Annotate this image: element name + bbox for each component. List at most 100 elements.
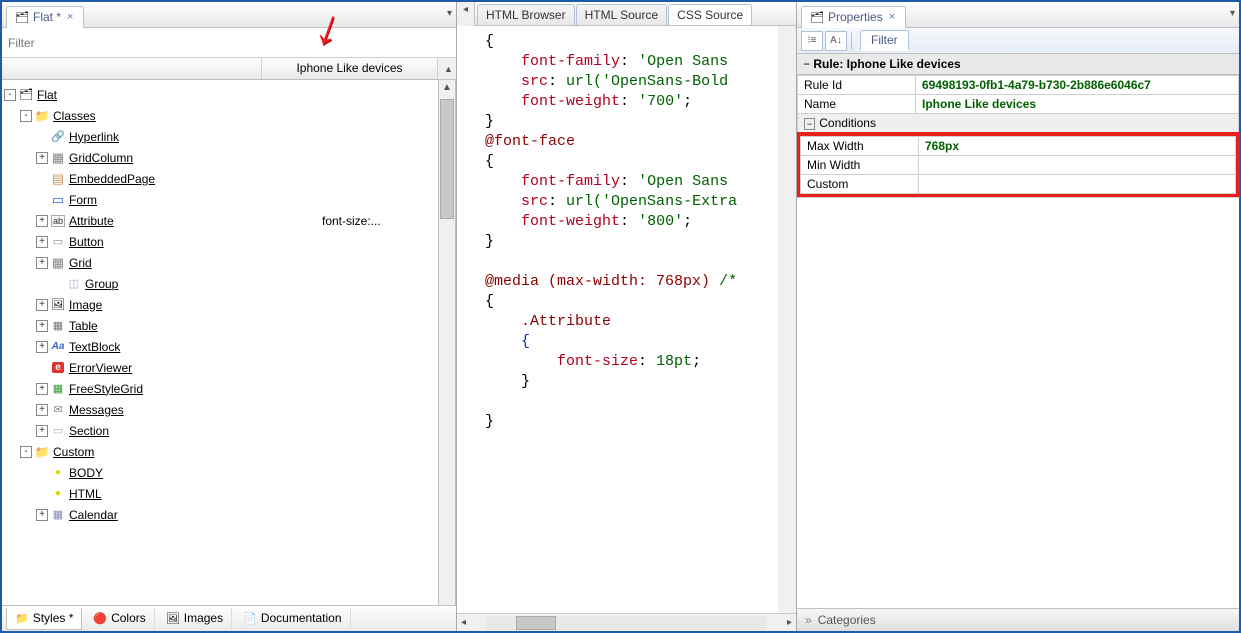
tree-toggle[interactable]: - bbox=[20, 446, 32, 458]
filter-input[interactable] bbox=[8, 34, 450, 52]
tree-toggle[interactable]: + bbox=[36, 509, 48, 521]
tree-row[interactable]: - Custom bbox=[4, 441, 436, 462]
prop-value[interactable] bbox=[919, 175, 1236, 194]
tree-toggle[interactable]: + bbox=[36, 299, 48, 311]
prop-value[interactable]: 768px bbox=[919, 137, 1236, 156]
editor-vscrollbar[interactable] bbox=[778, 26, 796, 613]
properties-filter-tab[interactable]: Filter bbox=[860, 30, 909, 51]
tree-label[interactable]: EmbeddedPage bbox=[69, 172, 155, 186]
tree-row[interactable]: EmbeddedPage bbox=[4, 168, 436, 189]
tab-flat[interactable]: Flat * × bbox=[6, 6, 84, 28]
bottom-tab-documentation[interactable]: 📄Documentation bbox=[234, 608, 350, 630]
tree-toggle[interactable]: + bbox=[36, 425, 48, 437]
tree-label[interactable]: Group bbox=[85, 277, 118, 291]
column-header-iphone[interactable]: Iphone Like devices bbox=[262, 58, 438, 79]
tree-row[interactable]: BODY bbox=[4, 462, 436, 483]
tree-row[interactable]: HTML bbox=[4, 483, 436, 504]
tree-row[interactable]: Group bbox=[4, 273, 436, 294]
tree-label[interactable]: Flat bbox=[37, 88, 57, 102]
tree-label[interactable]: TextBlock bbox=[69, 340, 120, 354]
tree-label[interactable]: Button bbox=[69, 235, 104, 249]
tree-row[interactable]: Form bbox=[4, 189, 436, 210]
tree-label[interactable]: Table bbox=[69, 319, 98, 333]
conditions-table[interactable]: Max Width768pxMin WidthCustom bbox=[800, 136, 1236, 194]
tree-row[interactable]: ErrorViewer bbox=[4, 357, 436, 378]
tree-label[interactable]: Grid bbox=[69, 256, 92, 270]
cond-row[interactable]: Min Width bbox=[801, 156, 1236, 175]
tree-label[interactable]: GridColumn bbox=[69, 151, 133, 165]
prop-row[interactable]: NameIphone Like devices bbox=[798, 95, 1239, 114]
prop-value[interactable]: Iphone Like devices bbox=[916, 95, 1239, 114]
cond-row[interactable]: Max Width768px bbox=[801, 137, 1236, 156]
scroll-thumb[interactable] bbox=[440, 99, 454, 219]
scroll-right-icon[interactable]: ▸ bbox=[783, 617, 796, 628]
tree-toggle[interactable]: + bbox=[36, 341, 48, 353]
tab-properties[interactable]: 🗂 Properties × bbox=[801, 6, 906, 28]
editor-tab-css-source[interactable]: CSS Source bbox=[668, 4, 752, 25]
tree-row[interactable]: + Table bbox=[4, 315, 436, 336]
sort-alpha-button[interactable]: A↓ bbox=[825, 31, 847, 51]
close-icon[interactable]: × bbox=[887, 11, 897, 23]
tree-row[interactable]: + FreeStyleGrid bbox=[4, 378, 436, 399]
editor-tab-html-source[interactable]: HTML Source bbox=[576, 4, 668, 25]
prop-value[interactable] bbox=[919, 156, 1236, 175]
properties-table[interactable]: Rule Id69498193-0fb1-4a79-b730-2b886e604… bbox=[797, 75, 1239, 133]
close-icon[interactable]: × bbox=[65, 11, 75, 23]
tree-toggle[interactable]: + bbox=[36, 257, 48, 269]
bottom-tab-styles[interactable]: 📁Styles * bbox=[6, 608, 82, 630]
categories-bar[interactable]: Categories bbox=[797, 608, 1239, 631]
bottom-tab-colors[interactable]: 🔴Colors bbox=[84, 608, 154, 630]
tree-label[interactable]: Form bbox=[69, 193, 97, 207]
tree-label[interactable]: Attribute bbox=[69, 214, 114, 228]
tree-row[interactable]: - Classes bbox=[4, 105, 436, 126]
tree-row[interactable]: + Section bbox=[4, 420, 436, 441]
tree-toggle[interactable]: + bbox=[36, 320, 48, 332]
tree-label[interactable]: Hyperlink bbox=[69, 130, 119, 144]
tree-label[interactable]: BODY bbox=[69, 466, 103, 480]
tree-toggle[interactable]: - bbox=[20, 110, 32, 122]
middle-left-scroll[interactable]: ◂ bbox=[457, 2, 475, 26]
prop-value[interactable]: 69498193-0fb1-4a79-b730-2b886e6046c7 bbox=[916, 76, 1239, 95]
tree-label[interactable]: FreeStyleGrid bbox=[69, 382, 143, 396]
bottom-tab-images[interactable]: 🖼Images bbox=[157, 608, 232, 630]
tree-row[interactable]: + Grid bbox=[4, 252, 436, 273]
tree-toggle[interactable]: + bbox=[36, 404, 48, 416]
tree-row[interactable]: +Attributefont-size:... bbox=[4, 210, 436, 231]
tree-label[interactable]: Calendar bbox=[69, 508, 118, 522]
prop-row[interactable]: Rule Id69498193-0fb1-4a79-b730-2b886e604… bbox=[798, 76, 1239, 95]
prop-section-conditions[interactable]: Conditions bbox=[798, 114, 1239, 133]
tree-row[interactable]: + Image bbox=[4, 294, 436, 315]
editor-tab-html-browser[interactable]: HTML Browser bbox=[477, 4, 575, 25]
tree-row[interactable]: Hyperlink bbox=[4, 126, 436, 147]
scroll-up-icon[interactable]: ▲ bbox=[440, 80, 454, 95]
tree-label[interactable]: ErrorViewer bbox=[69, 361, 132, 375]
tree-row[interactable]: + Messages bbox=[4, 399, 436, 420]
pane-menu-icon[interactable]: ▾ bbox=[1230, 8, 1235, 19]
tree-toggle[interactable]: + bbox=[36, 152, 48, 164]
tree-label[interactable]: Custom bbox=[53, 445, 94, 459]
style-tree[interactable]: -Flat-ClassesHyperlink+GridColumnEmbedde… bbox=[2, 80, 438, 605]
left-scrollbar[interactable]: ▲ bbox=[438, 80, 456, 605]
tree-label[interactable]: Section bbox=[69, 424, 109, 438]
tree-row[interactable]: - Flat bbox=[4, 84, 436, 105]
css-source-editor[interactable]: { font-family: 'Open Sans src: url('Open… bbox=[457, 26, 796, 613]
column-header-blank[interactable] bbox=[2, 58, 262, 79]
scroll-left-icon[interactable]: ◂ bbox=[457, 617, 470, 628]
tree-toggle[interactable]: + bbox=[36, 383, 48, 395]
tree-row[interactable]: + Button bbox=[4, 231, 436, 252]
editor-hscrollbar[interactable]: ◂ ▸ bbox=[457, 613, 796, 631]
tree-row[interactable]: + GridColumn bbox=[4, 147, 436, 168]
pane-menu-icon[interactable]: ▾ bbox=[447, 8, 452, 19]
hscroll-thumb[interactable] bbox=[516, 616, 556, 630]
tree-toggle[interactable]: - bbox=[4, 89, 16, 101]
tree-label[interactable]: Messages bbox=[69, 403, 124, 417]
cond-row[interactable]: Custom bbox=[801, 175, 1236, 194]
tree-row[interactable]: + TextBlock bbox=[4, 336, 436, 357]
tree-toggle[interactable]: + bbox=[36, 215, 48, 227]
tree-row[interactable]: + Calendar bbox=[4, 504, 436, 525]
tree-label[interactable]: Classes bbox=[53, 109, 96, 123]
tree-toggle[interactable]: + bbox=[36, 236, 48, 248]
sort-categorized-button[interactable]: ⁝≡ bbox=[801, 31, 823, 51]
tree-label[interactable]: Image bbox=[69, 298, 102, 312]
tree-label[interactable]: HTML bbox=[69, 487, 102, 501]
